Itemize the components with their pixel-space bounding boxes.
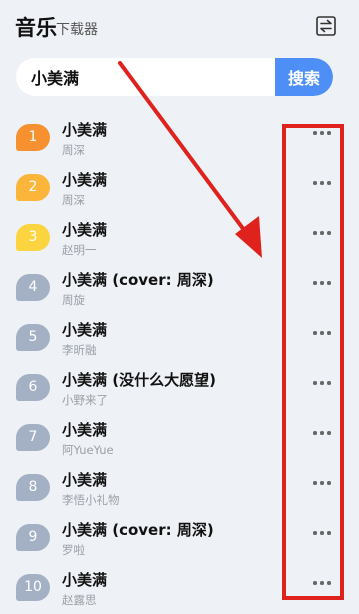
annotation-arrow xyxy=(118,61,262,258)
